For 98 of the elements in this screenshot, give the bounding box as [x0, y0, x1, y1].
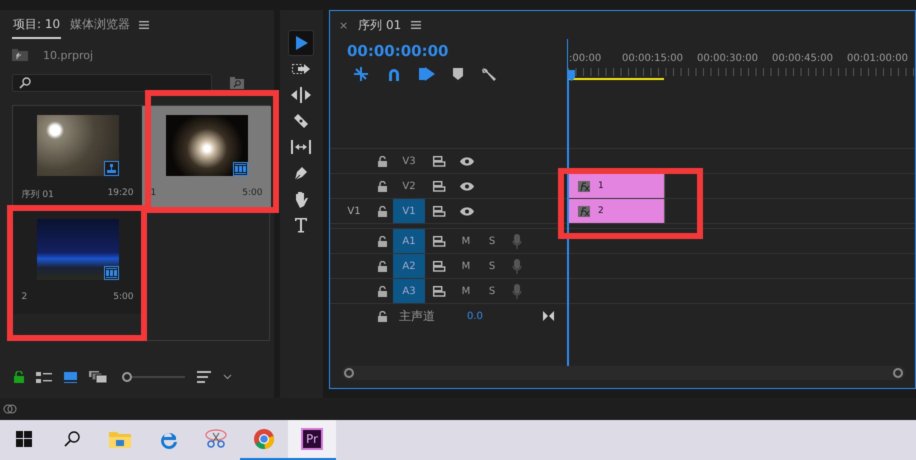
selection-arrow-icon	[294, 35, 308, 51]
ruler-label: 00:01:00:00	[846, 53, 909, 64]
source-patch[interactable]: V1	[330, 206, 378, 216]
sync-lock-icon[interactable]	[433, 286, 446, 296]
folder-up-icon[interactable]	[12, 49, 28, 61]
film-icon	[104, 266, 118, 280]
creative-cloud-icon[interactable]	[3, 404, 17, 414]
linked-selection-icon[interactable]	[419, 66, 435, 82]
menu-icon[interactable]	[411, 21, 422, 29]
horizontal-scrollbar[interactable]	[342, 366, 905, 380]
item-name: 1	[150, 188, 156, 198]
lock-icon[interactable]	[378, 156, 387, 166]
search-icon	[19, 77, 31, 89]
mute-button[interactable]: M	[460, 236, 472, 246]
nest-icon[interactable]	[353, 66, 369, 82]
solo-button[interactable]: S	[486, 236, 498, 246]
track-target[interactable]: V2	[393, 174, 425, 198]
project-file-name: 10.prproj	[43, 48, 94, 62]
freeform-view-icon[interactable]	[89, 371, 107, 383]
taskbar-button[interactable]: Pr	[288, 420, 336, 460]
find-bin-icon[interactable]	[230, 77, 244, 89]
slider-thumb[interactable]	[122, 372, 132, 382]
item-name: 序列 01	[22, 188, 54, 201]
sync-lock-icon[interactable]	[433, 260, 446, 272]
track-target[interactable]: A3	[393, 279, 425, 303]
solo-button[interactable]: S	[486, 286, 498, 296]
sync-lock-icon[interactable]	[433, 156, 446, 166]
item-duration: 5:00	[242, 188, 262, 198]
video-clip[interactable]: 2	[568, 199, 665, 223]
sync-lock-icon[interactable]	[433, 236, 446, 246]
track-target[interactable]: V3	[393, 149, 425, 173]
media-item[interactable]: 1 5:00	[142, 106, 271, 210]
track-target[interactable]: V1	[393, 199, 425, 223]
item-name: 2	[22, 292, 28, 302]
solo-button[interactable]: S	[486, 260, 498, 272]
slip-icon	[291, 140, 312, 154]
search-field[interactable]	[12, 74, 212, 92]
lock-icon[interactable]	[14, 371, 24, 383]
wrench-icon[interactable]	[481, 66, 497, 82]
item-duration: 19:20	[108, 188, 134, 200]
list-view-icon[interactable]	[36, 372, 52, 382]
fx-icon	[578, 206, 590, 216]
bowtie-icon[interactable]	[542, 311, 554, 321]
mute-button[interactable]: M	[460, 286, 472, 296]
scissors-icon	[205, 429, 227, 449]
lock-icon[interactable]	[378, 206, 387, 216]
clip-name: 2	[598, 206, 604, 216]
sync-lock-icon[interactable]	[433, 180, 446, 192]
panel-tab[interactable]: 媒体浏览器	[69, 12, 132, 38]
folder-icon	[109, 430, 131, 448]
ruler-label: 00:00:30:00	[696, 53, 759, 64]
type-tool-icon	[294, 217, 308, 233]
master-track-label: 主声道	[399, 308, 435, 324]
volume-value[interactable]: 0.0	[467, 310, 483, 322]
search-icon	[64, 431, 80, 447]
chevron-down-icon[interactable]	[223, 374, 232, 380]
premiere-app-icon: Pr	[301, 428, 323, 450]
video-clip[interactable]: 1	[568, 174, 665, 198]
sequence-tab[interactable]: 序列 01	[358, 16, 402, 34]
media-item[interactable]: 2 5:00	[13, 210, 142, 314]
eye-icon[interactable]	[460, 156, 474, 166]
panel-tab[interactable]: 项目: 10	[12, 12, 62, 38]
pen-icon	[293, 165, 310, 181]
magnet-icon[interactable]	[387, 67, 401, 81]
sequence-icon	[104, 161, 118, 176]
ripple-edit-icon	[291, 87, 312, 103]
track-target[interactable]: A2	[393, 254, 425, 278]
sync-lock-icon[interactable]	[433, 206, 446, 216]
sort-icon[interactable]	[197, 371, 211, 383]
fx-icon	[578, 180, 590, 192]
lock-icon[interactable]	[378, 310, 387, 322]
time-ruler[interactable]: :00:00 00:00:15:00 00:00:30:00 00:00:45:00 00:01:00:00	[568, 39, 915, 80]
close-button[interactable]: ×	[339, 18, 348, 32]
track-target[interactable]: A1	[393, 229, 425, 253]
eye-icon[interactable]	[460, 206, 474, 216]
ruler-label: 00:00:15:00	[620, 53, 684, 64]
hand-icon	[293, 190, 310, 208]
chrome-browser-icon	[253, 428, 275, 450]
eye-icon[interactable]	[460, 182, 474, 190]
lock-icon[interactable]	[378, 260, 387, 272]
windows-logo-icon	[16, 431, 32, 447]
lock-icon[interactable]	[378, 180, 387, 192]
clip-name: 1	[598, 181, 604, 191]
icon-view-icon[interactable]	[64, 372, 77, 382]
film-icon	[232, 162, 248, 176]
mute-button[interactable]: M	[460, 260, 472, 272]
tool-button[interactable]	[288, 30, 314, 56]
ruler-label: 00:00:45:00	[770, 53, 834, 64]
razor-icon	[293, 113, 310, 129]
lock-icon[interactable]	[378, 286, 387, 296]
track-select-icon	[292, 63, 310, 75]
item-duration: 5:00	[113, 292, 134, 302]
menu-icon[interactable]	[139, 21, 150, 29]
marker-icon[interactable]	[453, 68, 463, 80]
ruler-label: :00:00	[568, 53, 602, 64]
lock-icon[interactable]	[378, 236, 387, 246]
timecode[interactable]: 00:00:00:00	[347, 39, 567, 60]
playhead-icon[interactable]	[568, 70, 575, 81]
